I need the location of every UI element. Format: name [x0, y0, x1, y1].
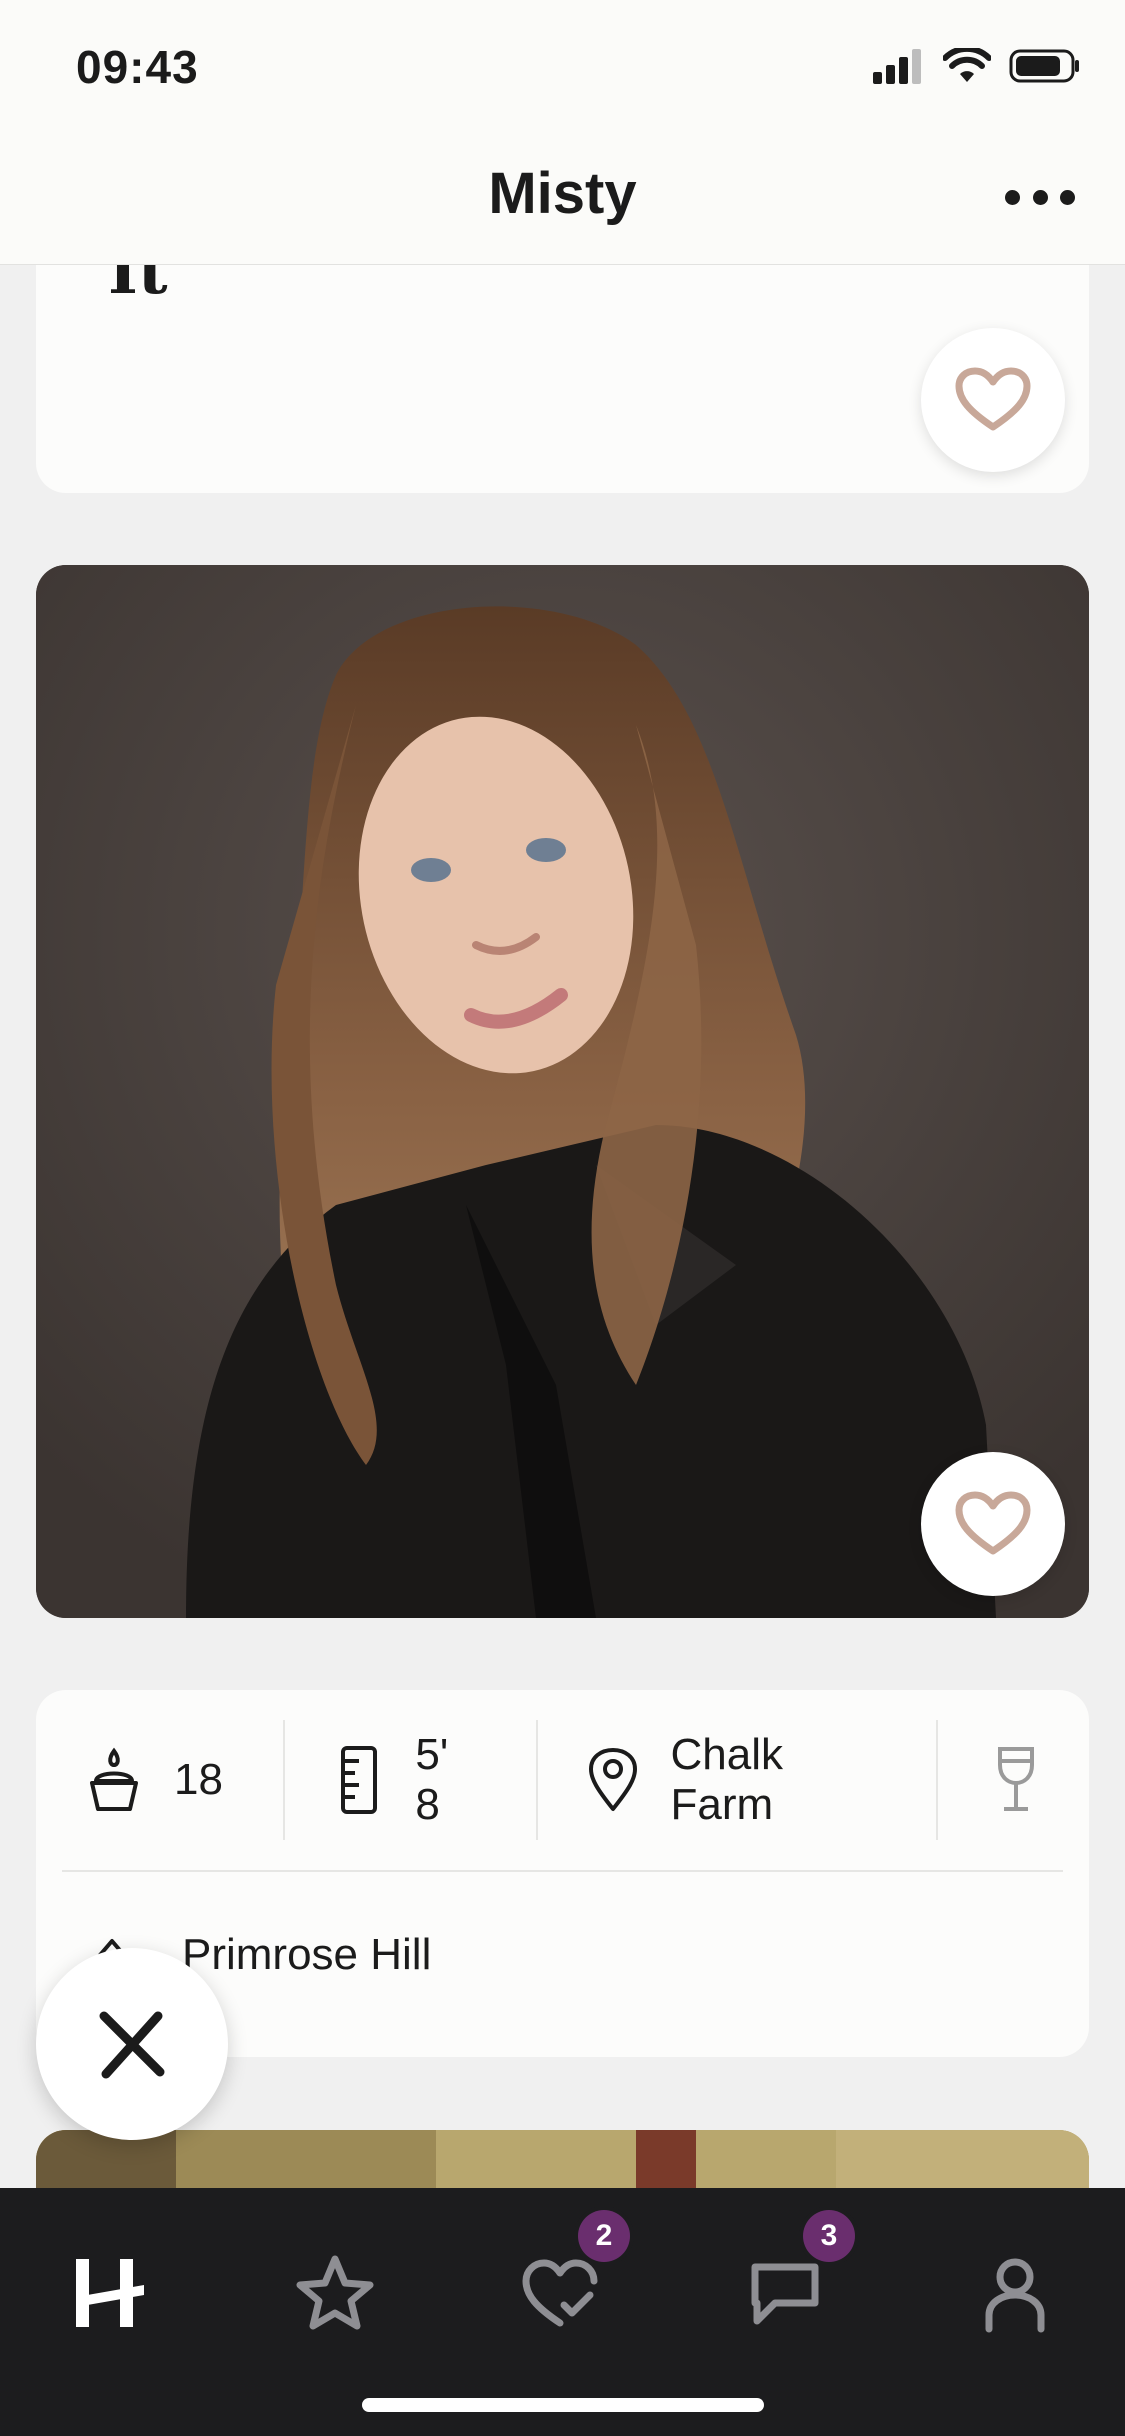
- profile-photo: [36, 565, 1089, 1618]
- heart-check-icon: [522, 2259, 598, 2327]
- dismiss-button[interactable]: [36, 1948, 228, 2140]
- dot-icon: [1060, 189, 1075, 205]
- heart-icon: [955, 1491, 1031, 1555]
- cake-icon: [84, 1745, 144, 1815]
- divider: [536, 1720, 539, 1840]
- dot-icon: [1005, 189, 1020, 205]
- status-icons: [873, 48, 1081, 84]
- likes-badge: 2: [578, 2210, 630, 2262]
- photo-portrait: [36, 565, 1089, 1618]
- divider: [62, 1870, 1063, 1872]
- battery-icon: [1009, 49, 1079, 83]
- wine-glass-icon: [986, 1745, 1046, 1815]
- signal-icon: [873, 49, 921, 84]
- wifi-icon: [943, 48, 991, 82]
- hinge-logo-icon: [76, 2259, 144, 2327]
- vital-age-text: 18: [174, 1755, 223, 1804]
- dot-icon: [1032, 189, 1048, 205]
- close-icon: [99, 2011, 165, 2079]
- like-photo-button[interactable]: [921, 1452, 1065, 1596]
- vital-hometown-text: Primrose Hill: [182, 1930, 432, 1979]
- star-icon: [296, 2255, 374, 2330]
- location-pin-icon: [586, 1745, 640, 1815]
- divider: [936, 1720, 939, 1840]
- vital-height-text: 5' 8: [415, 1730, 449, 1829]
- status-time: 09:43: [76, 41, 199, 93]
- more-options-button[interactable]: [1005, 180, 1075, 214]
- vitals-row[interactable]: 18 5' 8 Chalk Farm: [36, 1690, 1089, 1870]
- vital-age: 18: [84, 1720, 283, 1840]
- home-indicator[interactable]: [362, 2398, 764, 2412]
- ruler-icon: [333, 1745, 386, 1815]
- vital-location: Chalk Farm: [586, 1720, 936, 1840]
- like-prompt-button[interactable]: [921, 328, 1065, 472]
- matches-badge: 3: [803, 2210, 855, 2262]
- profile-name-title: Misty: [488, 161, 637, 226]
- vital-height: 5' 8: [333, 1720, 537, 1840]
- heart-icon: [955, 367, 1031, 431]
- divider: [282, 1720, 285, 1840]
- tab-profile[interactable]: [960, 2238, 1070, 2348]
- chat-icon: [751, 2263, 819, 2325]
- tab-standouts[interactable]: [280, 2238, 390, 2348]
- top-header: 09:43 Misty: [0, 0, 1125, 265]
- vital-drinking: [986, 1720, 1089, 1840]
- person-icon: [985, 2258, 1045, 2333]
- tab-home[interactable]: [55, 2238, 165, 2348]
- vital-location-text: Chalk Farm: [670, 1730, 784, 1829]
